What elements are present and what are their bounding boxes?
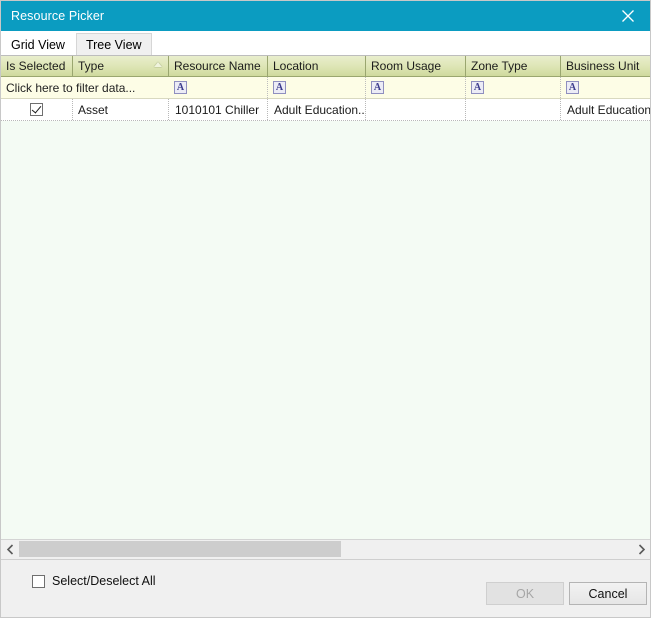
grid-body: Asset 1010101 Chiller Adult Education...… xyxy=(1,99,650,539)
cancel-button-label: Cancel xyxy=(588,586,628,601)
column-header-label: Is Selected xyxy=(6,59,66,73)
filter-text-icon[interactable]: A xyxy=(371,81,384,94)
filter-cell-room-usage[interactable]: A xyxy=(366,77,466,98)
cell-value: 1010101 Chiller xyxy=(175,102,260,117)
column-header-label: Business Unit xyxy=(566,59,640,73)
column-header-zone-type[interactable]: Zone Type xyxy=(466,56,561,76)
tab-grid-view-label: Grid View xyxy=(11,37,65,52)
cell-zone-type xyxy=(466,99,561,120)
resource-grid: Is Selected Type Resource Name Location … xyxy=(1,55,650,559)
table-row[interactable]: Asset 1010101 Chiller Adult Education...… xyxy=(1,99,650,121)
scroll-left-arrow-icon[interactable] xyxy=(1,540,19,559)
filter-row[interactable]: Click here to filter data... A A A A A xyxy=(1,77,650,99)
window-title: Resource Picker xyxy=(11,9,105,23)
filter-text-icon[interactable]: A xyxy=(174,81,187,94)
filter-text-icon[interactable]: A xyxy=(471,81,484,94)
column-header-resource-name[interactable]: Resource Name xyxy=(169,56,268,76)
filter-cell-business-unit[interactable]: A xyxy=(561,77,650,98)
filter-text-icon[interactable]: A xyxy=(273,81,286,94)
sort-ascending-icon xyxy=(154,62,162,67)
cell-room-usage xyxy=(366,99,466,120)
horizontal-scrollbar[interactable] xyxy=(1,539,650,559)
column-header-business-unit[interactable]: Business Unit xyxy=(561,56,650,76)
tab-grid-view[interactable]: Grid View xyxy=(4,33,75,55)
filter-cell-resource-name[interactable]: A xyxy=(169,77,268,98)
column-header-room-usage[interactable]: Room Usage xyxy=(366,56,466,76)
filter-text-icon[interactable]: A xyxy=(566,81,579,94)
scroll-right-arrow-icon[interactable] xyxy=(632,540,650,559)
column-header-location[interactable]: Location xyxy=(268,56,366,76)
row-select-checkbox[interactable] xyxy=(30,103,43,116)
cell-value: Asset xyxy=(78,102,109,117)
ok-button[interactable]: OK xyxy=(486,582,564,605)
select-all-label: Select/Deselect All xyxy=(52,574,156,588)
tab-strip: Grid View Tree View xyxy=(1,31,650,55)
resource-picker-dialog: Resource Picker Grid View Tree View Is S… xyxy=(0,0,651,618)
column-header-type[interactable]: Type xyxy=(73,56,169,76)
filter-prompt-cell[interactable]: Click here to filter data... xyxy=(1,77,169,98)
column-header-label: Room Usage xyxy=(371,59,442,73)
grid-header-row: Is Selected Type Resource Name Location … xyxy=(1,56,650,77)
select-all-checkbox[interactable] xyxy=(32,574,45,588)
filter-cell-location[interactable]: A xyxy=(268,77,366,98)
cell-location: Adult Education... xyxy=(268,99,366,120)
scroll-track[interactable] xyxy=(19,540,632,559)
column-header-is-selected[interactable]: Is Selected xyxy=(1,56,73,76)
column-header-label: Resource Name xyxy=(174,59,261,73)
close-icon[interactable] xyxy=(606,1,650,31)
tab-tree-view[interactable]: Tree View xyxy=(75,33,152,55)
cell-resource-name: 1010101 Chiller xyxy=(169,99,268,120)
ok-button-label: OK xyxy=(515,586,535,601)
cancel-button[interactable]: Cancel xyxy=(569,582,647,605)
cell-value: Adult Education... xyxy=(274,102,366,117)
scroll-thumb[interactable] xyxy=(19,541,341,557)
cell-is-selected[interactable] xyxy=(1,99,73,120)
filter-prompt-label: Click here to filter data... xyxy=(6,80,136,95)
filter-cell-zone-type[interactable]: A xyxy=(466,77,561,98)
tab-tree-view-label: Tree View xyxy=(85,37,142,52)
select-all-control[interactable]: Select/Deselect All xyxy=(32,574,156,588)
cell-type: Asset xyxy=(73,99,169,120)
cell-value: Adult Education xyxy=(567,102,650,117)
column-header-label: Location xyxy=(273,59,319,73)
titlebar: Resource Picker xyxy=(1,1,650,31)
column-header-label: Type xyxy=(78,59,105,73)
cell-business-unit: Adult Education xyxy=(561,99,650,120)
column-header-label: Zone Type xyxy=(471,59,528,73)
